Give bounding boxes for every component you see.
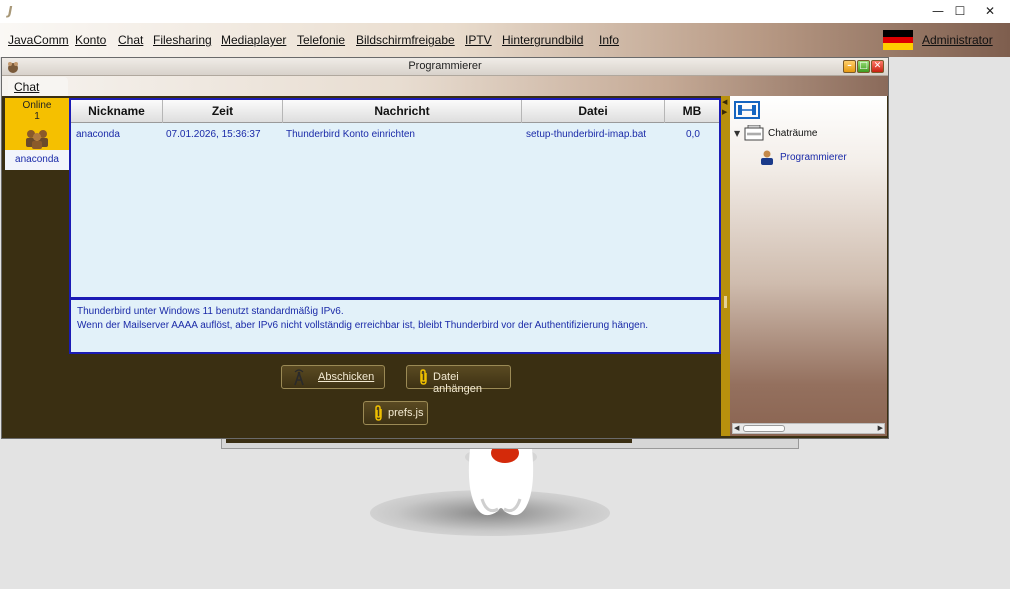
flag-stripe-gold [883, 43, 913, 50]
menu-iptv[interactable]: IPTV [465, 33, 492, 47]
users-icon [26, 130, 48, 149]
message-table: Nickname Zeit Nachricht Datei MB anacond… [69, 98, 721, 299]
attach-file-button[interactable]: Datei anhängen [406, 365, 511, 395]
menu-hintergrundbild[interactable]: Hintergrundbild [502, 33, 583, 47]
horizontal-scrollbar[interactable]: ◀ ▶ [732, 423, 885, 434]
window-maximize-button[interactable]: □ [857, 60, 870, 73]
german-flag-icon[interactable] [883, 30, 913, 50]
menu-chat[interactable]: Chat [118, 33, 143, 47]
chatrooms-panel: ▼ Chaträume Programmierer ◀ ▶ [730, 96, 887, 436]
attached-file-label: prefs.js [388, 407, 424, 419]
room-programmierer[interactable]: Programmierer [780, 152, 847, 163]
send-button-label: Abschicken [318, 371, 375, 383]
menu-javacomm[interactable]: JavaComm [8, 33, 69, 47]
menu-konto[interactable]: Konto [75, 33, 106, 47]
menu-telefonie[interactable]: Telefonie [297, 33, 345, 47]
column-header-zeit[interactable]: Zeit [163, 100, 283, 123]
user-menu[interactable]: Administrator [922, 33, 993, 47]
duke-mascot-icon [465, 449, 537, 516]
antenna-icon [294, 369, 304, 386]
chat-window: Programmierer – □ ✕ Chat Online 1 anacon… [1, 57, 889, 439]
send-button[interactable]: Abschicken [281, 365, 385, 389]
column-header-nachricht[interactable]: Nachricht [283, 100, 522, 123]
window-minimize-button[interactable]: – [843, 60, 856, 73]
window-titlebar[interactable]: Programmierer – □ ✕ [2, 58, 888, 76]
chatrooms-label[interactable]: Chaträume [768, 128, 817, 139]
collapse-left-arrow-icon[interactable]: ◀ [722, 98, 727, 106]
message-line-1: Thunderbird unter Windows 11 benutzt sta… [77, 306, 344, 317]
divider-grip[interactable] [724, 296, 727, 308]
room-user-icon [761, 150, 773, 165]
menubar: JavaComm Konto Chat Filesharing Mediapla… [0, 23, 1010, 57]
online-panel: Online 1 anaconda [5, 98, 69, 170]
window-close-button[interactable]: ✕ [871, 60, 884, 73]
column-header-mb[interactable]: MB [665, 100, 719, 123]
tree-expand-icon[interactable]: ▼ [734, 129, 740, 138]
flag-stripe-black [883, 30, 913, 37]
attach-file-button-label: Datei anhängen [433, 371, 482, 395]
message-input[interactable]: Thunderbird unter Windows 11 benutzt sta… [69, 298, 721, 354]
online-count: 1 [34, 111, 40, 122]
flag-stripe-red [883, 36, 913, 44]
cell-mb: 0,0 [686, 129, 700, 140]
scroll-left-icon[interactable]: ◀ [734, 424, 739, 432]
expand-right-arrow-icon[interactable]: ▶ [722, 108, 727, 116]
menu-bildschirmfreigabe[interactable]: Bildschirmfreigabe [356, 33, 455, 47]
menu-filesharing[interactable]: Filesharing [153, 33, 212, 47]
chatrooms-icon [744, 125, 764, 141]
column-header-datei[interactable]: Datei [522, 100, 665, 123]
paperclip-icon [420, 369, 427, 385]
menu-mediaplayer[interactable]: Mediaplayer [221, 33, 286, 47]
cell-nickname: anaconda [76, 129, 120, 140]
tab-chat[interactable]: Chat [8, 77, 68, 96]
app-icon: J [8, 4, 13, 18]
tab-bar: Chat [2, 76, 888, 96]
window-title: Programmierer [408, 60, 482, 72]
online-label: Online [22, 100, 52, 111]
cell-nachricht: Thunderbird Konto einrichten [286, 129, 415, 140]
cell-zeit: 07.01.2026, 15:36:37 [166, 129, 261, 140]
os-titlebar: J — ☐ ✕ [0, 0, 1010, 23]
message-line-2: Wenn der Mailserver AAAA auflöst, aber I… [77, 320, 649, 331]
attached-file-button[interactable]: prefs.js [363, 401, 428, 425]
split-divider[interactable]: ◀ ▶ [721, 96, 730, 436]
film-strip-icon[interactable] [734, 101, 760, 119]
column-header-nickname[interactable]: Nickname [71, 100, 163, 123]
menu-info[interactable]: Info [599, 33, 619, 47]
scrollbar-thumb[interactable] [743, 425, 785, 432]
paperclip-icon [375, 405, 382, 421]
online-user-item[interactable]: anaconda [5, 150, 69, 170]
close-button[interactable]: ✕ [970, 0, 1010, 23]
cell-datei[interactable]: setup-thunderbird-imap.bat [526, 129, 646, 140]
table-header: Nickname Zeit Nachricht Datei MB [71, 100, 719, 123]
scroll-right-icon[interactable]: ▶ [878, 424, 883, 432]
